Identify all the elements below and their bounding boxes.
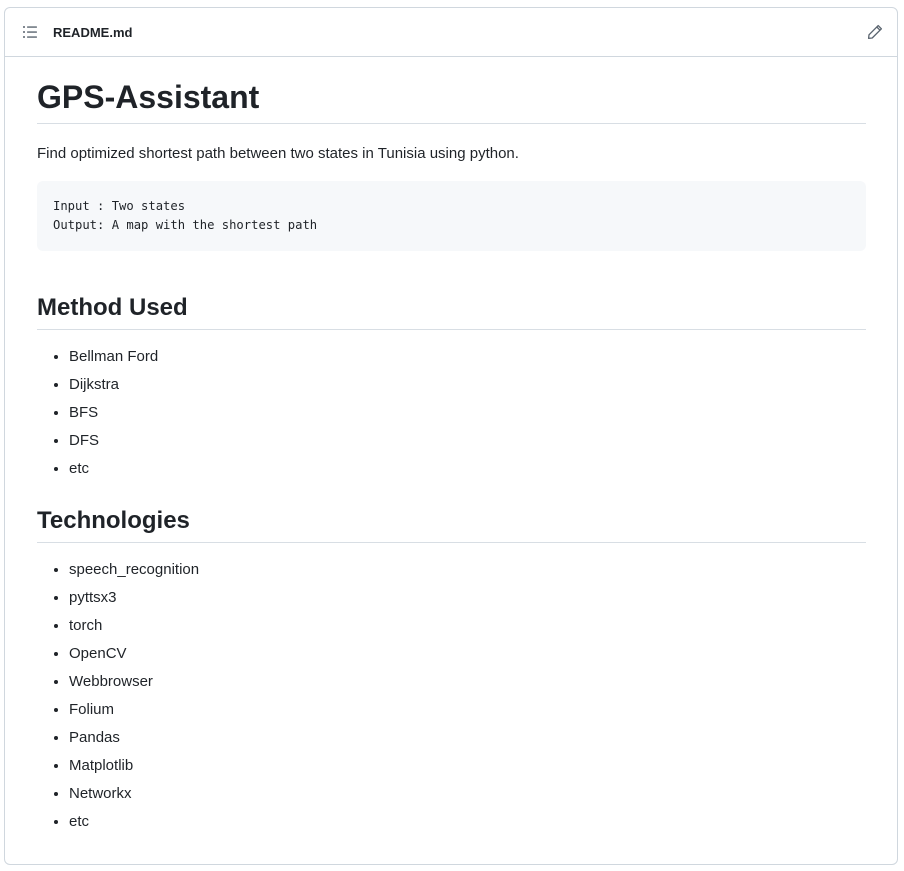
list-item: torch: [69, 615, 866, 637]
readme-header: README.md: [5, 8, 897, 57]
list-item: speech_recognition: [69, 559, 866, 581]
pencil-icon: [867, 24, 883, 40]
list-item: pyttsx3: [69, 587, 866, 609]
list-item: Webbrowser: [69, 671, 866, 693]
list-item: Matplotlib: [69, 755, 866, 777]
list-item: Folium: [69, 699, 866, 721]
list-item: etc: [69, 811, 866, 833]
technologies-heading: Technologies: [37, 506, 866, 543]
table-of-contents-button[interactable]: [21, 23, 39, 41]
file-name[interactable]: README.md: [53, 25, 132, 40]
list-item: Bellman Ford: [69, 346, 866, 368]
edit-file-button[interactable]: [865, 22, 885, 42]
list-unordered-icon: [23, 26, 37, 38]
list-item: DFS: [69, 430, 866, 452]
list-item: BFS: [69, 402, 866, 424]
list-item: Networkx: [69, 783, 866, 805]
technologies-list: speech_recognition pyttsx3 torch OpenCV …: [37, 559, 866, 833]
readme-title: GPS-Assistant: [37, 77, 866, 124]
readme-box: README.md GPS-Assistant Find optimized s…: [4, 7, 898, 865]
code-line: Input : Two states: [53, 199, 186, 213]
code-line: Output: A map with the shortest path: [53, 218, 318, 232]
list-item: etc: [69, 458, 866, 480]
readme-description: Find optimized shortest path between two…: [37, 145, 519, 162]
list-item: OpenCV: [69, 643, 866, 665]
list-item: Pandas: [69, 727, 866, 749]
methods-heading: Method Used: [37, 293, 866, 330]
methods-list: Bellman Ford Dijkstra BFS DFS etc: [37, 346, 866, 480]
code-block: Input : Two states Output: A map with the…: [37, 181, 866, 251]
markdown-body: GPS-Assistant Find optimized shortest pa…: [5, 77, 897, 833]
list-item: Dijkstra: [69, 374, 866, 396]
